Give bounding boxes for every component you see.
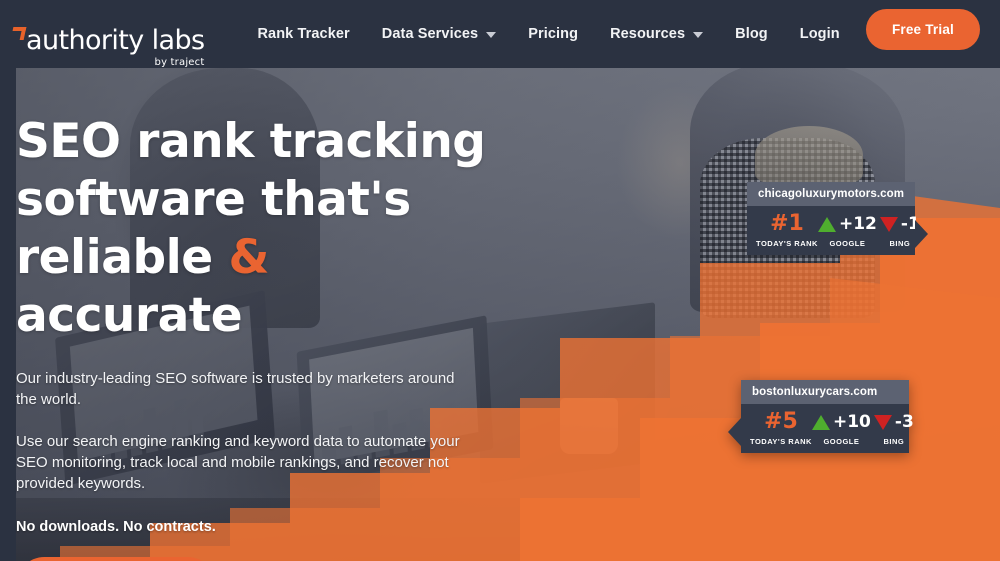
site-logo[interactable]: authority labs by traject [10,12,205,69]
callout-tail-right-icon [915,220,928,248]
nav-item-pricing[interactable]: Pricing [512,26,594,42]
logo-corner-mark-icon [10,27,27,40]
nav-label: Pricing [528,26,579,42]
metric-todays-rank: #5 TODAY'S RANK [750,409,812,447]
rank-card-chicagoluxurymotors[interactable]: chicagoluxurymotors.com #1 TODAY'S RANK … [747,182,928,255]
logo-tagline: by traject [154,57,205,68]
rank-card-metrics: #5 TODAY'S RANK +10 GOOGLE -3 BING [728,404,914,453]
metric-todays-rank: #1 TODAY'S RANK [756,211,818,249]
chevron-down-icon [693,32,704,38]
rank-card-domain: chicagoluxurymotors.com [747,182,915,206]
metric-google: +10 GOOGLE [811,410,871,446]
metric-label: BING [883,437,905,446]
bing-delta: -3 [894,411,914,432]
hero-copy-block: SEO rank tracking software that's reliab… [16,113,486,561]
arrow-up-icon [817,216,836,232]
rank-card-metrics: #1 TODAY'S RANK +12 GOOGLE -1 BING [747,206,928,255]
free-trial-button[interactable]: Free Trial [865,9,980,50]
rank-card-domain: bostonluxurycars.com [741,380,909,404]
metric-bing: -3 BING [871,410,917,446]
page-title: SEO rank tracking software that's reliab… [16,113,486,345]
google-delta: +10 [832,411,871,432]
start-free-trial-button[interactable]: Start Free Trial Now [16,557,217,561]
nav-label: Data Services [381,26,479,42]
headline-line-3-part-a: reliable [16,230,229,285]
nav-item-blog[interactable]: Blog [719,26,784,42]
hero-emphasis-text: No downloads. No contracts. [16,519,216,535]
logo-primary-text: authority labs [26,25,205,56]
landing-page: authority labs by traject Rank Tracker D… [0,0,1000,561]
rank-card-bostonluxurycars[interactable]: bostonluxurycars.com #5 TODAY'S RANK +10… [728,380,914,453]
nav-item-login[interactable]: Login [784,26,856,42]
arrow-up-icon [811,414,830,430]
google-delta: +12 [838,213,877,234]
metric-label: TODAY'S RANK [750,437,812,446]
rank-value: #1 [770,211,804,236]
nav-item-rank-tracker[interactable]: Rank Tracker [241,26,365,42]
metric-label: GOOGLE [829,239,866,248]
metric-label: TODAY'S RANK [756,239,818,248]
logo-text: authority labs by traject [26,25,205,69]
headline-line-3-part-b: accurate [16,288,243,343]
hero-paragraph-2: Use our search engine ranking and keywor… [16,433,460,492]
arrow-down-icon [873,414,892,430]
rank-value: #5 [764,409,798,434]
nav-menu: Rank Tracker Data Services Pricing Resou… [241,26,855,42]
hero-paragraph-1: Our industry-leading SEO software is tru… [16,370,455,408]
nav-label: Resources [610,26,686,42]
nav-item-data-services[interactable]: Data Services [366,26,512,42]
hero-section: SEO rank tracking software that's reliab… [0,68,1000,561]
top-navigation-bar: authority labs by traject Rank Tracker D… [0,0,1000,68]
headline-ampersand: & [228,230,270,285]
nav-label: Login [799,26,840,42]
callout-tail-left-icon [728,418,741,446]
headline-line-2: software that's [16,172,411,227]
arrow-down-icon [879,216,898,232]
metric-label: GOOGLE [823,437,860,446]
headline-line-1: SEO rank tracking [16,114,486,169]
left-edge-strip [0,68,16,561]
nav-label: Blog [735,26,768,42]
metric-google: +12 GOOGLE [817,212,877,248]
chevron-down-icon [486,32,497,38]
nav-item-resources[interactable]: Resources [594,26,719,42]
nav-label: Rank Tracker [257,26,350,42]
